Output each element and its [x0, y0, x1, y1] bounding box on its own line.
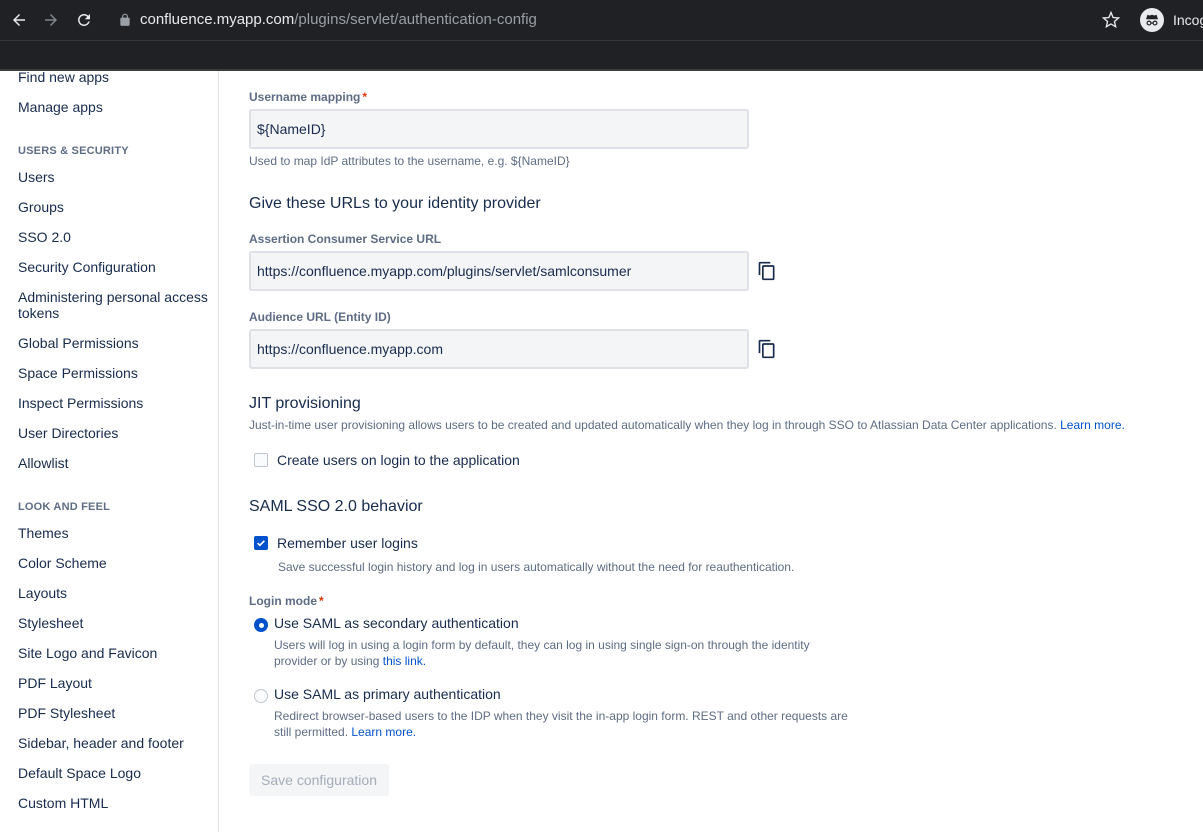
sidebar-item-inspect-permissions[interactable]: Inspect Permissions — [18, 395, 208, 411]
behavior-section-title: SAML SSO 2.0 behavior — [249, 498, 423, 515]
secondary-auth-radio[interactable] — [254, 618, 268, 632]
sso-config-form: Username mapping * ${NameID} Used to map … — [249, 71, 1203, 832]
bookmark-star-icon[interactable] — [1102, 11, 1120, 29]
sidebar-item-user-directories[interactable]: User Directories — [18, 425, 208, 441]
sidebar-item-groups[interactable]: Groups — [18, 199, 208, 215]
sidebar-item-custom-html[interactable]: Custom HTML — [18, 795, 208, 811]
create-users-checkbox[interactable] — [254, 453, 268, 467]
sidebar-item-color-scheme[interactable]: Color Scheme — [18, 555, 208, 571]
sidebar-heading-look-and-feel: LOOK AND FEEL — [18, 501, 111, 513]
incognito-label: Incognito — [1173, 12, 1203, 28]
forward-button[interactable] — [40, 9, 62, 31]
copy-acs-url-icon[interactable] — [757, 260, 777, 282]
sidebar-item-manage-apps[interactable]: Manage apps — [18, 99, 208, 115]
required-mark: * — [362, 90, 368, 104]
login-mode-label: Login mode * — [249, 594, 324, 608]
sidebar-item-find-new-apps[interactable]: Find new apps — [18, 71, 208, 85]
sidebar-item-stylesheet[interactable]: Stylesheet — [18, 615, 208, 631]
username-mapping-help: Used to map IdP attributes to the userna… — [249, 154, 570, 168]
sidebar-item-pdf-stylesheet[interactable]: PDF Stylesheet — [18, 705, 208, 721]
bookmarks-bar — [0, 40, 1203, 70]
sidebar-item-sidebar-header-footer[interactable]: Sidebar, header and footer — [18, 735, 208, 751]
jit-learn-more-link[interactable]: Learn more. — [1060, 418, 1125, 432]
url-path: /plugins/servlet/authentication-config — [294, 11, 537, 28]
audience-url-label: Audience URL (Entity ID) — [249, 310, 391, 324]
url-text: confluence.myapp.com/plugins/servlet/aut… — [140, 11, 537, 29]
address-bar[interactable]: confluence.myapp.com/plugins/servlet/aut… — [106, 6, 1130, 34]
primary-auth-help-line1: Redirect browser-based users to the IDP … — [274, 709, 848, 723]
primary-auth-label: Use SAML as primary authentication — [274, 686, 501, 702]
sidebar-item-site-logo[interactable]: Site Logo and Favicon — [18, 645, 208, 661]
copy-audience-url-icon[interactable] — [757, 338, 777, 360]
remember-logins-help: Save successful login history and log in… — [278, 560, 795, 574]
sidebar-item-access-tokens[interactable]: Administering personal access tokens — [18, 289, 208, 321]
sidebar-item-default-space-logo[interactable]: Default Space Logo — [18, 765, 208, 781]
sidebar-item-allowlist[interactable]: Allowlist — [18, 455, 208, 471]
sidebar-heading-users-security: USERS & SECURITY — [18, 145, 129, 157]
admin-sidebar: Find new apps Manage apps USERS & SECURI… — [0, 71, 219, 832]
primary-learn-more-link[interactable]: Learn more. — [351, 725, 416, 739]
jit-description: Just-in-time user provisioning allows us… — [249, 418, 1125, 432]
sidebar-item-users[interactable]: Users — [18, 169, 208, 185]
browser-toolbar: confluence.myapp.com/plugins/servlet/aut… — [0, 0, 1203, 40]
secondary-auth-help-line2: provider or by using this link. — [274, 654, 427, 668]
remember-logins-label: Remember user logins — [277, 535, 418, 551]
create-users-label: Create users on login to the application — [277, 452, 520, 468]
reload-button[interactable] — [73, 9, 95, 31]
sidebar-item-pdf-layout[interactable]: PDF Layout — [18, 675, 208, 691]
secondary-auth-label: Use SAML as secondary authentication — [274, 615, 519, 631]
primary-auth-help-line2: still permitted. Learn more. — [274, 725, 417, 739]
sidebar-item-themes[interactable]: Themes — [18, 525, 208, 541]
sidebar-item-global-permissions[interactable]: Global Permissions — [18, 335, 208, 351]
username-mapping-input[interactable]: ${NameID} — [249, 109, 749, 149]
lock-icon — [120, 13, 130, 26]
sidebar-item-layouts[interactable]: Layouts — [18, 585, 208, 601]
back-button[interactable] — [8, 9, 30, 31]
incognito-icon — [1140, 8, 1164, 32]
url-host: confluence.myapp.com — [140, 11, 295, 28]
remember-logins-checkbox[interactable] — [254, 536, 268, 550]
jit-section-title: JIT provisioning — [249, 395, 361, 412]
forward-arrow-icon — [45, 14, 57, 26]
required-mark: * — [319, 594, 324, 608]
reload-icon — [78, 13, 90, 26]
save-configuration-button[interactable]: Save configuration — [249, 764, 389, 796]
acs-url-label: Assertion Consumer Service URL — [249, 232, 442, 246]
sidebar-item-sso[interactable]: SSO 2.0 — [18, 229, 208, 245]
primary-auth-radio[interactable] — [254, 689, 268, 703]
sidebar-item-security-configuration[interactable]: Security Configuration — [18, 259, 208, 275]
acs-url-field[interactable]: https://confluence.myapp.com/plugins/ser… — [249, 251, 749, 291]
username-mapping-label: Username mapping * — [249, 90, 368, 104]
this-link[interactable]: this link. — [383, 654, 426, 668]
audience-url-field[interactable]: https://confluence.myapp.com — [249, 329, 749, 369]
urls-section-title: Give these URLs to your identity provide… — [249, 195, 541, 212]
sidebar-item-space-permissions[interactable]: Space Permissions — [18, 365, 208, 381]
secondary-auth-help-line1: Users will log in using a login form by … — [274, 638, 810, 652]
incognito-indicator[interactable]: Incognito — [1140, 7, 1203, 33]
back-arrow-icon — [13, 14, 25, 26]
checkmark-icon — [257, 540, 265, 547]
